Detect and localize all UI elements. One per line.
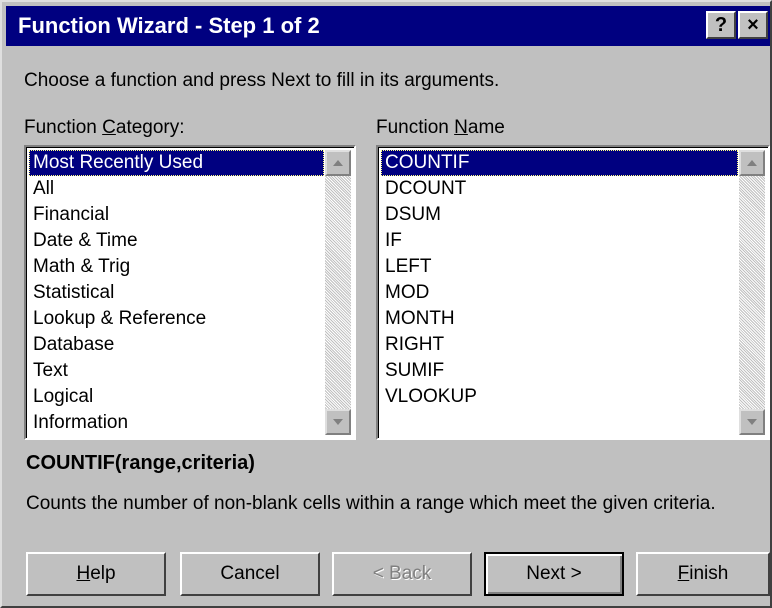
name-list-items: COUNTIF DCOUNT DSUM IF LEFT MOD MONTH RIGHT SUMI… [381,150,738,435]
name-list-item[interactable]: RIGHT [381,332,738,358]
scroll-down-arrow-icon[interactable] [739,409,765,435]
category-list-item[interactable]: Lookup & Reference [29,306,324,332]
function-description: Counts the number of non-blank cells wit… [26,493,716,514]
category-list-item[interactable]: Information [29,410,324,435]
help-button[interactable]: Help [26,552,166,596]
category-label-prefix: Function [24,117,103,138]
help-question-button[interactable]: ? [706,11,736,39]
name-list-item[interactable]: LEFT [381,254,738,280]
category-scrollbar[interactable] [325,150,351,435]
function-wizard-dialog: Function Wizard - Step 1 of 2 ? × Choose… [0,0,772,608]
name-list-item[interactable]: DSUM [381,202,738,228]
finish-mnemonic: F [677,563,690,584]
title-bar-buttons: ? × [706,11,768,39]
function-name-list[interactable]: COUNTIF DCOUNT DSUM IF LEFT MOD MONTH RIGHT SUMI… [376,145,770,440]
scroll-up-arrow-icon[interactable] [325,150,351,176]
instruction-text: Choose a function and press Next to fill… [24,70,500,91]
next-button[interactable]: Next > [484,552,624,596]
name-list-item[interactable]: DCOUNT [381,176,738,202]
name-list-item[interactable]: MOD [381,280,738,306]
cancel-button[interactable]: Cancel [180,552,320,596]
name-list-item[interactable]: IF [381,228,738,254]
help-mnemonic: H [76,563,91,584]
category-list-item[interactable]: Date & Time [29,228,324,254]
function-name-label: Function Name [376,117,505,139]
function-category-label: Function Category: [24,117,185,139]
name-list-item[interactable]: COUNTIF [381,150,738,176]
window-title: Function Wizard - Step 1 of 2 [18,13,320,38]
category-label-suffix: ategory: [115,117,185,138]
title-bar[interactable]: Function Wizard - Step 1 of 2 ? × [6,6,770,46]
back-button[interactable]: < Back [332,552,472,596]
category-list-item[interactable]: Statistical [29,280,324,306]
name-list-item[interactable]: SUMIF [381,358,738,384]
category-list-item[interactable]: Text [29,358,324,384]
category-list-item[interactable]: Financial [29,202,324,228]
name-label-mnemonic: N [454,117,468,138]
scroll-up-arrow-icon[interactable] [739,150,765,176]
category-list-item[interactable]: Math & Trig [29,254,324,280]
name-label-prefix: Function [376,117,455,138]
category-list-item[interactable]: All [29,176,324,202]
help-label-rest: elp [90,563,116,584]
scroll-down-arrow-icon[interactable] [325,409,351,435]
name-scrollbar[interactable] [739,150,765,435]
name-label-suffix: ame [467,117,505,138]
finish-button[interactable]: Finish [636,552,770,596]
category-label-mnemonic: C [102,117,116,138]
finish-label-rest: inish [689,563,729,584]
close-button[interactable]: × [738,11,768,39]
function-category-list[interactable]: Most Recently Used All Financial Date & Tim… [24,145,356,440]
category-list-item[interactable]: Database [29,332,324,358]
name-list-item[interactable]: VLOOKUP [381,384,738,410]
name-list-item[interactable]: MONTH [381,306,738,332]
function-signature: COUNTIF(range,criteria) [26,452,255,474]
category-list-item[interactable]: Logical [29,384,324,410]
category-list-item[interactable]: Most Recently Used [29,150,324,176]
category-list-items: Most Recently Used All Financial Date & Tim… [29,150,324,435]
